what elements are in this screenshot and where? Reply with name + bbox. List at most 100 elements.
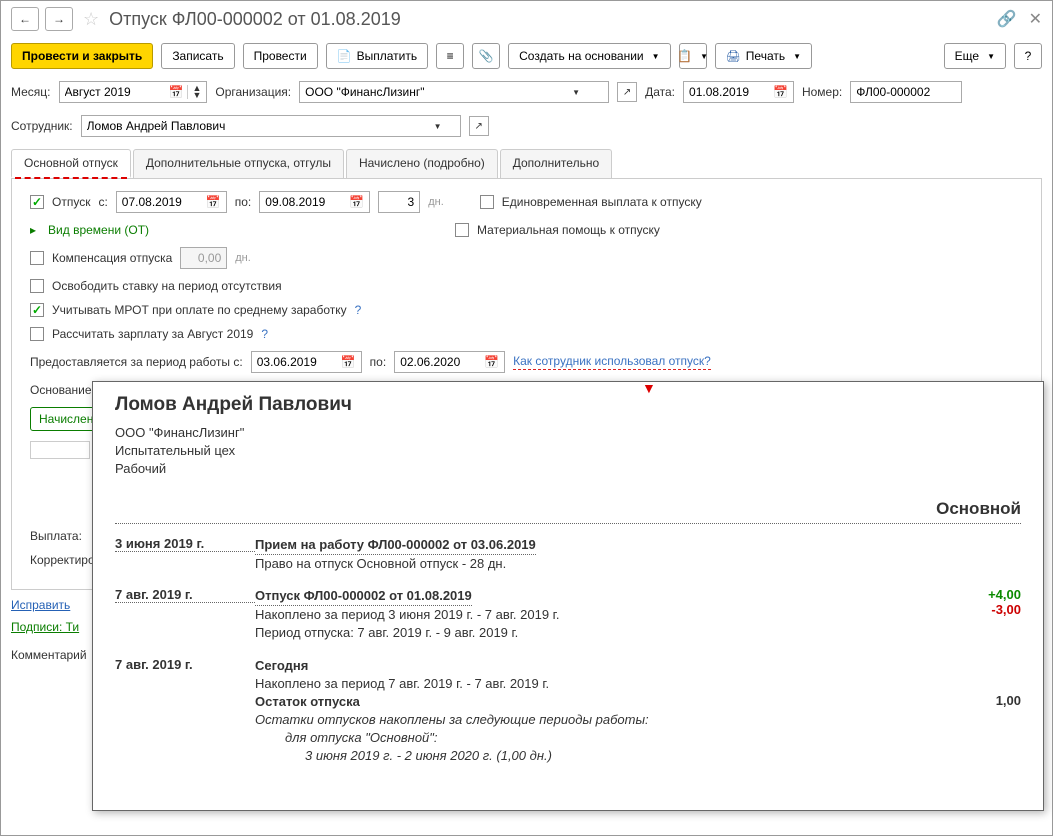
attachment-button[interactable]: 📎 <box>472 43 500 69</box>
popup-event-title[interactable]: Отпуск ФЛ00-000002 от 01.08.2019 <box>255 587 472 606</box>
pay-button[interactable]: 📄Выплатить <box>326 43 428 69</box>
number-input[interactable] <box>850 81 962 103</box>
number-label: Номер: <box>802 85 842 99</box>
material-help-checkbox[interactable] <box>455 223 469 237</box>
help-button[interactable]: ? <box>1014 43 1042 69</box>
close-icon[interactable]: ✕ <box>1029 9 1042 29</box>
date-input[interactable]: 📅 <box>683 81 794 103</box>
corrected-label: Корректиро <box>30 553 95 567</box>
vacation-label: Отпуск <box>52 195 90 209</box>
org-input[interactable]: ▼ <box>299 81 609 103</box>
window-title: Отпуск ФЛ00-000002 от 01.08.2019 <box>109 9 991 30</box>
to-label: по: <box>235 195 252 209</box>
help-icon[interactable]: ? <box>355 303 362 317</box>
lump-sum-label: Единовременная выплата к отпуску <box>502 195 702 209</box>
period-label: Предоставляется за период работы с: <box>30 355 243 369</box>
employee-open-button[interactable]: ↗ <box>469 116 489 136</box>
from-label: с: <box>98 195 107 209</box>
back-button[interactable]: ← <box>11 7 39 31</box>
popup-line: Период отпуска: 7 авг. 2019 г. - 9 авг. … <box>255 625 518 640</box>
tab-accrued[interactable]: Начислено (подробно) <box>346 149 498 178</box>
popup-date: 3 июня 2019 г. <box>115 536 255 552</box>
popup-remainder-value: 1,00 <box>961 693 1021 708</box>
free-rate-checkbox[interactable] <box>30 279 44 293</box>
print-label: Печать <box>746 49 785 63</box>
calendar-icon[interactable]: 📅 <box>169 85 184 99</box>
basis-label: Основание <box>30 383 92 397</box>
mrot-label: Учитывать МРОТ при оплате по среднему за… <box>52 303 347 317</box>
calendar-icon[interactable]: 📅 <box>349 195 364 209</box>
calendar-icon[interactable]: 📅 <box>206 195 221 209</box>
link-icon[interactable]: 🔗 <box>997 9 1017 29</box>
calc-salary-label: Рассчитать зарплату за Август 2019 <box>52 327 253 341</box>
tab-main[interactable]: Основной отпуск <box>11 149 131 178</box>
tab-extra[interactable]: Дополнительно <box>500 149 612 178</box>
popup-position: Рабочий <box>115 460 1021 478</box>
submit-button[interactable]: Провести <box>243 43 318 69</box>
calc-salary-checkbox[interactable] <box>30 327 44 341</box>
favorite-icon[interactable]: ☆ <box>83 9 99 30</box>
popup-remainder-label: Остаток отпуска <box>255 694 360 709</box>
popup-org: ООО "ФинансЛизинг" <box>115 424 1021 442</box>
how-used-link[interactable]: Как сотрудник использовал отпуск? <box>513 354 711 370</box>
payout-label: Выплата: <box>30 529 82 543</box>
calendar-icon[interactable]: 📅 <box>484 355 499 369</box>
compensation-label: Компенсация отпуска <box>52 251 172 265</box>
popup-line: Накоплено за период 3 июня 2019 г. - 7 а… <box>255 607 559 622</box>
popup-line: Накоплено за период 7 авг. 2019 г. - 7 а… <box>255 676 549 691</box>
lump-sum-checkbox[interactable] <box>480 195 494 209</box>
accrued-value-box <box>30 441 90 459</box>
forward-button[interactable]: → <box>45 7 73 31</box>
create-based-button[interactable]: Создать на основании▼ <box>508 43 670 69</box>
date-label: Дата: <box>645 85 675 99</box>
tab-additional[interactable]: Дополнительные отпуска, отгулы <box>133 149 344 178</box>
to-date-input[interactable]: 📅 <box>259 191 370 213</box>
submit-close-button[interactable]: Провести и закрыть <box>11 43 153 69</box>
from-date-input[interactable]: 📅 <box>116 191 227 213</box>
signatures-link[interactable]: Подписи: Ти <box>11 620 79 634</box>
free-rate-label: Освободить ставку на период отсутствия <box>52 279 282 293</box>
popup-date: 7 авг. 2019 г. <box>115 587 255 603</box>
org-label: Организация: <box>215 85 291 99</box>
popup-italic: для отпуска "Основной": <box>255 730 438 745</box>
popup-dept: Испытательный цех <box>115 442 1021 460</box>
pay-label: Выплатить <box>357 49 418 63</box>
more-button[interactable]: Еще▼ <box>944 43 1006 69</box>
popup-val-plus: +4,00 <box>961 587 1021 602</box>
popup-section: Основной <box>115 499 1021 524</box>
employee-input[interactable]: ▼ <box>81 115 461 137</box>
compensation-checkbox[interactable] <box>30 251 44 265</box>
popup-employee-name: Ломов Андрей Павлович <box>115 394 1021 416</box>
employee-label: Сотрудник: <box>11 119 73 133</box>
fix-link[interactable]: Исправить <box>11 598 70 612</box>
vacation-usage-popup: ▼ Ломов Андрей Павлович ООО "ФинансЛизин… <box>92 381 1044 811</box>
mrot-checkbox[interactable]: ✓ <box>30 303 44 317</box>
accrued-label: Начислен <box>39 412 93 426</box>
period-to-label: по: <box>370 355 387 369</box>
compensation-unit: дн. <box>235 252 251 264</box>
expand-icon[interactable]: ▸ <box>30 223 36 237</box>
calendar-icon[interactable]: 📅 <box>773 85 788 99</box>
popup-event-title[interactable]: Прием на работу ФЛ00-000002 от 03.06.201… <box>255 536 536 555</box>
popup-italic: 3 июня 2019 г. - 2 июня 2020 г. (1,00 дн… <box>255 748 552 763</box>
period-to-input[interactable]: 📅 <box>394 351 505 373</box>
period-from-input[interactable]: 📅 <box>251 351 362 373</box>
days-input[interactable] <box>378 191 420 213</box>
time-type-link[interactable]: Вид времени (ОТ) <box>48 223 149 237</box>
calendar-icon[interactable]: 📅 <box>341 355 356 369</box>
material-help-label: Материальная помощь к отпуску <box>477 223 660 237</box>
print-button[interactable]: 🖨Печать▼ <box>715 43 812 69</box>
org-open-button[interactable]: ↗ <box>617 82 637 102</box>
save-button[interactable]: Записать <box>161 43 234 69</box>
arrow-down-icon: ▼ <box>642 380 656 396</box>
help-icon[interactable]: ? <box>261 327 268 341</box>
month-label: Месяц: <box>11 85 51 99</box>
popup-line: Право на отпуск Основной отпуск - 28 дн. <box>255 556 506 571</box>
more-label: Еще <box>955 49 979 63</box>
month-input[interactable]: 📅▲▼ <box>59 81 208 103</box>
vacation-checkbox[interactable]: ✓ <box>30 195 44 209</box>
popup-date: 7 авг. 2019 г. <box>115 657 255 672</box>
list-icon-button[interactable]: ≡ <box>436 43 464 69</box>
popup-italic: Остатки отпусков накоплены за следующие … <box>255 712 649 727</box>
copy-button[interactable]: 📋▼ <box>679 43 707 69</box>
